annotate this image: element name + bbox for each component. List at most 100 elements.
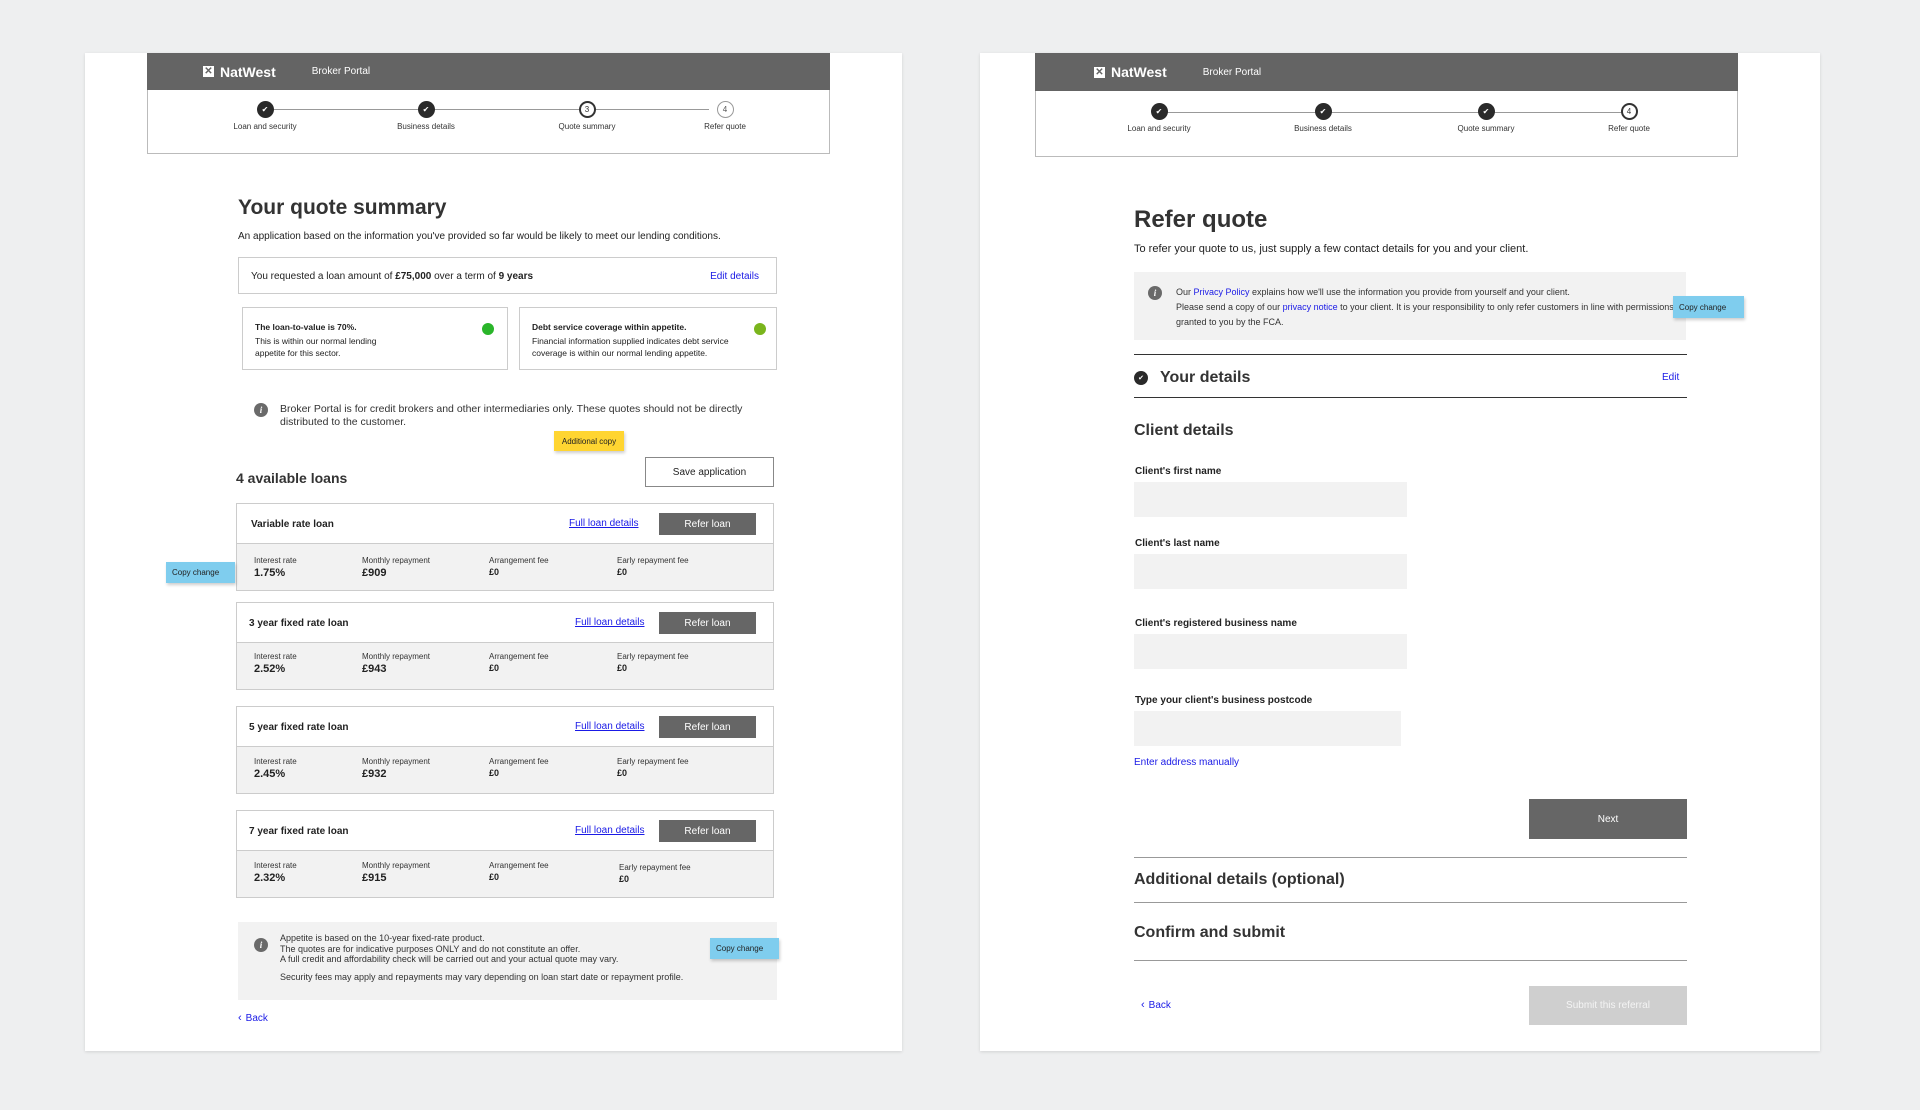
loan-card-header: Variable rate loan Full loan details Ref… [237, 504, 773, 544]
full-loan-details-link[interactable]: Full loan details [575, 617, 644, 628]
step-label: Business details [397, 122, 455, 131]
additional-details-heading[interactable]: Additional details (optional) [1134, 871, 1345, 889]
ltv-card: The loan-to-value is 70%. This is within… [242, 307, 508, 370]
refer-loan-button[interactable]: Refer loan [659, 612, 756, 634]
header-bar-right: ✕ NatWest Broker Portal [1035, 53, 1738, 91]
page-title: Your quote summary [238, 196, 447, 219]
back-label: Back [1148, 999, 1171, 1011]
sticky-note-additional-copy: Additional copy [554, 431, 624, 451]
business-name-input[interactable] [1134, 634, 1407, 669]
monthly-repayment-label: Monthly repayment [362, 757, 431, 766]
portal-name: Broker Portal [1202, 66, 1262, 78]
interest-rate: Interest rate 2.45% [254, 757, 297, 780]
check-icon: ✔ [256, 101, 274, 118]
arrangement-fee: Arrangement fee £0 [489, 556, 549, 577]
postcode-input[interactable] [1134, 711, 1401, 746]
privacy-text-2: explains how we'll use the information y… [1249, 287, 1570, 297]
loan-term: 9 years [498, 271, 534, 282]
back-link[interactable]: ‹ Back [1141, 999, 1171, 1011]
monthly-repayment-value: £932 [362, 768, 387, 780]
check-icon: ✔ [1134, 371, 1148, 385]
loan-card-details: Interest rate 2.45% Monthly repayment £932… [237, 747, 773, 793]
privacy-policy-link[interactable]: Privacy Policy [1194, 287, 1250, 297]
interest-rate-value: 1.75% [254, 567, 286, 579]
refer-loan-button[interactable]: Refer loan [659, 716, 756, 738]
privacy-line-2: Please send a copy of our privacy notice… [1176, 300, 1676, 330]
natwest-logo-icon: ✕ [203, 66, 214, 77]
dsc-title: Debt service coverage within appetite. [532, 322, 687, 332]
back-link[interactable]: ‹ Back [238, 1012, 268, 1024]
your-details-header: ✔ Your details [1134, 369, 1250, 387]
info-icon: i [254, 938, 268, 952]
step-quote-summary: 3 Quote summary [527, 101, 647, 131]
loan-name: 7 year fixed rate loan [249, 826, 349, 837]
sticky-note-copy-change: Copy change [710, 938, 779, 959]
loan-name: Variable rate loan [251, 519, 334, 530]
edit-details-link[interactable]: Edit details [710, 271, 759, 282]
loan-card-details: Interest rate 2.32% Monthly repayment £915… [237, 851, 773, 897]
first-name-label: Client's first name [1135, 466, 1222, 477]
divider [1134, 857, 1687, 858]
interest-rate-value: 2.45% [254, 768, 286, 780]
confirm-submit-heading[interactable]: Confirm and submit [1134, 924, 1285, 942]
step-label: Refer quote [704, 122, 746, 131]
loan-request-summary: You requested a loan amount of £75,000 o… [238, 257, 777, 294]
loan-card-header: 5 year fixed rate loan Full loan details… [237, 707, 773, 747]
save-application-button[interactable]: Save application [645, 457, 774, 487]
step-label: Loan and security [1127, 124, 1191, 133]
appetite-line-4: Security fees may apply and repayments m… [280, 971, 684, 982]
arrangement-fee-label: Arrangement fee [489, 861, 549, 870]
interest-rate: Interest rate 1.75% [254, 556, 297, 579]
arrangement-fee-value: £0 [489, 872, 500, 882]
divider [1134, 397, 1687, 398]
full-loan-details-link[interactable]: Full loan details [575, 721, 644, 732]
interest-rate-value: 2.32% [254, 872, 286, 884]
step-label: Business details [1294, 124, 1352, 133]
step-refer-quote: 4 Refer quote [665, 101, 785, 131]
chevron-left-icon: ‹ [238, 1012, 242, 1024]
privacy-notice-link[interactable]: privacy notice [1283, 302, 1338, 312]
early-repayment-fee: Early repayment fee £0 [617, 556, 689, 577]
refer-loan-button[interactable]: Refer loan [659, 820, 756, 842]
monthly-repayment-value: £915 [362, 872, 387, 884]
appetite-line-1: Appetite is based on the 10-year fixed-r… [280, 933, 485, 943]
progress-stepper-right: ✔ Loan and security ✔ Business details ✔… [1035, 91, 1738, 157]
full-loan-details-link[interactable]: Full loan details [569, 518, 638, 529]
monthly-repayment: Monthly repayment £943 [362, 652, 430, 675]
loan-name: 5 year fixed rate loan [249, 722, 349, 733]
early-repayment-fee: Early repayment fee £0 [617, 757, 689, 778]
last-name-input[interactable] [1134, 554, 1407, 589]
early-repayment-fee-label: Early repayment fee [617, 757, 689, 766]
next-button[interactable]: Next [1529, 799, 1687, 839]
step-loan-and-security: ✔ Loan and security [1099, 103, 1219, 133]
arrangement-fee: Arrangement fee £0 [489, 861, 549, 882]
arrangement-fee-value: £0 [489, 663, 500, 673]
available-loans-heading: 4 available loans [236, 470, 348, 486]
status-dot-green [754, 323, 766, 335]
step-business-details: ✔ Business details [366, 101, 486, 131]
check-icon: ✔ [1150, 103, 1168, 120]
first-name-input[interactable] [1134, 482, 1407, 517]
edit-your-details-link[interactable]: Edit [1662, 372, 1679, 383]
early-repayment-fee-value: £0 [619, 874, 630, 884]
natwest-logo-icon: ✕ [1094, 66, 1105, 78]
page-title: Refer quote [1134, 206, 1268, 233]
early-repayment-fee-value: £0 [617, 567, 628, 577]
privacy-text-1: Our [1176, 287, 1194, 297]
step-refer-quote: 4 Refer quote [1569, 103, 1689, 133]
privacy-notice: i Our Privacy Policy explains how we'll … [1134, 272, 1686, 340]
check-icon: ✔ [1477, 103, 1495, 120]
monthly-repayment-label: Monthly repayment [362, 652, 431, 661]
enter-address-manually-link[interactable]: Enter address manually [1134, 757, 1239, 768]
submit-referral-button[interactable]: Submit this referral [1529, 986, 1687, 1025]
monthly-repayment-label: Monthly repayment [362, 861, 431, 870]
portal-name: Broker Portal [311, 66, 371, 77]
step-loan-and-security: ✔ Loan and security [205, 101, 325, 131]
page-intro: To refer your quote to us, just supply a… [1134, 243, 1529, 255]
step-number: 4 [716, 101, 734, 118]
refer-loan-button[interactable]: Refer loan [659, 513, 756, 535]
loan-name: 3 year fixed rate loan [249, 618, 349, 629]
interest-rate-value: 2.52% [254, 663, 286, 675]
info-icon: i [1148, 286, 1162, 300]
full-loan-details-link[interactable]: Full loan details [575, 825, 644, 836]
